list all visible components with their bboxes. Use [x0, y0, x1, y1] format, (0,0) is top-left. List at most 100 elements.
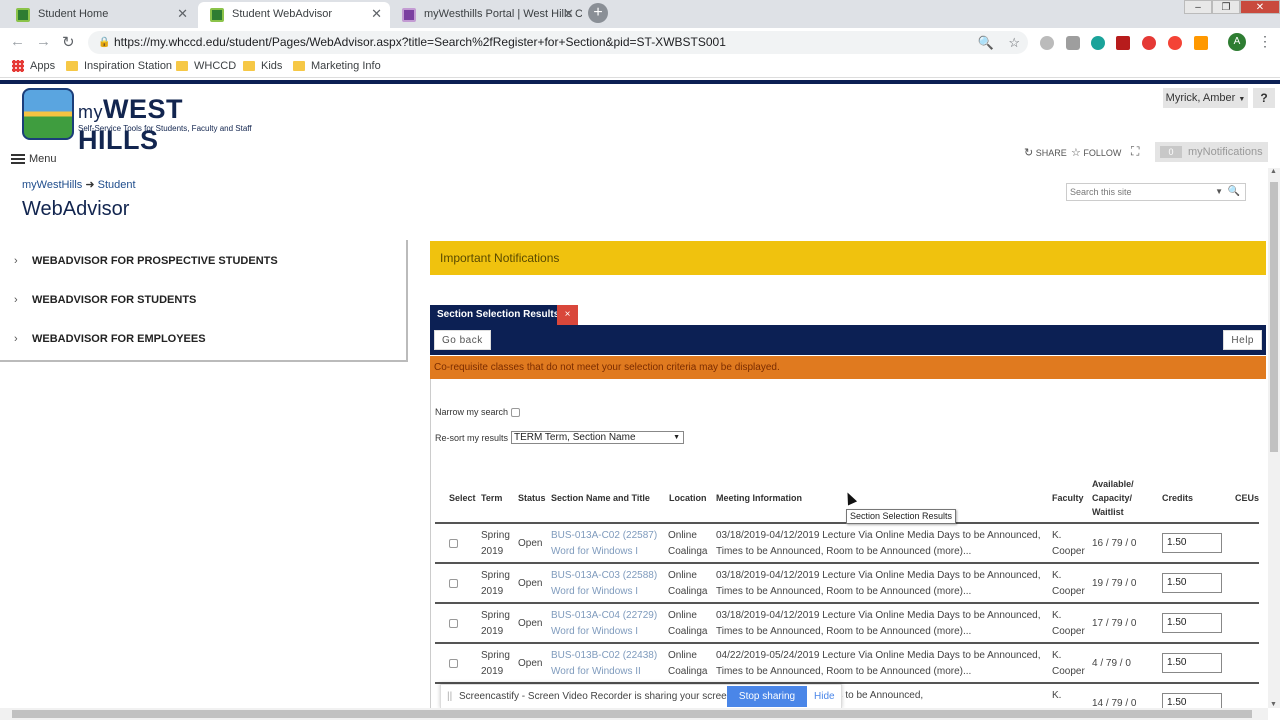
cell-avail: 4 / 79 / 0 [1092, 658, 1131, 669]
select-checkbox[interactable] [449, 579, 458, 588]
my-notifications[interactable]: 0 myNotifications [1155, 142, 1268, 162]
user-name: Myrick, Amber [1165, 92, 1236, 104]
cell-meet2: Times to be Announced, Room to be Announ… [716, 666, 972, 677]
scrollbar-thumb[interactable] [12, 710, 1252, 718]
pdf-extension-icon[interactable] [1116, 36, 1130, 50]
folder-icon [293, 61, 305, 71]
sidebar-item-students[interactable]: › WEBADVISOR FOR STUDENTS [14, 294, 196, 306]
important-notifications-banner[interactable]: Important Notifications [430, 241, 1266, 275]
cell-section[interactable]: BUS-013A-C02 (22587) [551, 528, 657, 544]
credits-input[interactable]: 1.50 [1162, 653, 1222, 673]
browser-tab-bar: Student Home ✕ Student WebAdvisor ✕ myWe… [0, 0, 1280, 28]
column-header-section-title: Section Name and Title [551, 493, 650, 503]
new-tab-button[interactable]: + [588, 3, 608, 23]
sidebar-item-employees[interactable]: › WEBADVISOR FOR EMPLOYEES [14, 333, 206, 345]
select-checkbox[interactable] [449, 539, 458, 548]
bookmark-inspiration-station[interactable]: Inspiration Station [66, 60, 172, 72]
table-row: Spring 2019 Open BUS-013A-C04 (22729) Word f… [435, 602, 1259, 642]
follow-action[interactable]: ☆ FOLLOW [1071, 146, 1121, 159]
bookmark-apps[interactable]: Apps [12, 60, 55, 72]
restore-icon[interactable]: ❐ [1212, 0, 1240, 14]
scroll-down-icon[interactable]: ▼ [1270, 701, 1277, 708]
tab-student-webadvisor[interactable]: Student WebAdvisor ✕ [198, 2, 390, 28]
cell-section[interactable]: BUS-013A-C04 (22729) [551, 608, 657, 624]
cell-section[interactable]: BUS-013B-C02 (22438) [551, 648, 657, 664]
tab-section-selection-results[interactable]: Section Selection Results [430, 305, 567, 325]
extension-icon[interactable] [1040, 36, 1054, 50]
share-label: SHARE [1035, 148, 1067, 158]
star-icon[interactable]: ☆ [1008, 35, 1020, 50]
narrow-search-checkbox[interactable] [510, 408, 520, 418]
bookmark-label: Apps [30, 60, 56, 72]
vertical-scrollbar[interactable]: ▲ ▼ [1268, 168, 1280, 708]
share-action[interactable]: ↻ SHARE [1024, 146, 1067, 159]
extension-icon[interactable] [1091, 36, 1105, 50]
select-checkbox[interactable] [449, 659, 458, 668]
extension-icon[interactable] [1142, 36, 1156, 50]
address-bar[interactable]: 🔒 https://my.whccd.edu/student/Pages/Web… [88, 31, 1028, 54]
close-icon[interactable]: ✕ [563, 2, 574, 26]
extension-icon[interactable] [1168, 36, 1182, 50]
focus-mode-icon[interactable]: ⛶ [1131, 144, 1139, 159]
bookmark-kids[interactable]: Kids [243, 60, 282, 72]
minimize-icon[interactable]: – [1184, 0, 1212, 14]
sidebar-item-prospective-students[interactable]: › WEBADVISOR FOR PROSPECTIVE STUDENTS [14, 255, 278, 267]
scrollbar-thumb[interactable] [1270, 182, 1278, 452]
close-tab-button[interactable]: × [557, 305, 578, 325]
breadcrumb-root-link[interactable]: myWestHills [22, 179, 82, 191]
tab-mywesthills-portal[interactable]: myWesthills Portal | West Hills Co ✕ [390, 2, 582, 28]
credits-input[interactable]: 1.50 [1162, 573, 1222, 593]
tab-student-home[interactable]: Student Home ✕ [4, 2, 196, 28]
menu-label[interactable]: Menu [29, 153, 57, 165]
cell-meet1: 03/18/2019-04/12/2019 Lecture Via Online… [716, 530, 1041, 541]
credits-input[interactable]: 1.50 [1162, 613, 1222, 633]
zoom-icon[interactable]: 🔍 [978, 35, 994, 50]
help-icon[interactable]: ? [1253, 88, 1275, 108]
scroll-up-icon[interactable]: ▲ [1270, 168, 1277, 175]
forward-arrow-icon[interactable]: → [36, 33, 51, 50]
profile-avatar[interactable]: A [1228, 33, 1246, 51]
site-logo[interactable]: myWEST HILLS Self-Service Tools for Stud… [22, 88, 262, 155]
site-search-input[interactable]: Search this site ▼ 🔍 [1066, 183, 1246, 201]
back-arrow-icon[interactable]: ← [10, 33, 25, 50]
user-menu[interactable]: Myrick, Amber ▼ [1163, 88, 1248, 108]
column-header-status: Status [518, 493, 546, 503]
drag-handle-icon[interactable]: || [447, 685, 452, 708]
share-icon: ↻ [1024, 147, 1034, 159]
bookmark-marketing-info[interactable]: Marketing Info [293, 60, 381, 72]
cell-loc2: Coalinga [668, 666, 708, 677]
kebab-menu-icon[interactable]: ⋮ [1258, 33, 1272, 50]
hamburger-menu-icon[interactable] [11, 154, 25, 164]
cell-title[interactable]: Word for Windows I [551, 584, 638, 600]
cell-title[interactable]: Word for Windows II [551, 664, 641, 680]
search-icon[interactable]: 🔍 [1228, 184, 1240, 200]
hide-link[interactable]: Hide [814, 685, 835, 708]
close-icon[interactable]: ✕ [371, 2, 382, 26]
resort-select[interactable]: TERM Term, Section Name ▼ [511, 431, 684, 444]
horizontal-scrollbar[interactable] [0, 708, 1268, 720]
credits-input[interactable]: 1.50 [1162, 533, 1222, 553]
tooltip: Section Selection Results [846, 509, 957, 524]
cell-fac1: K. [1052, 530, 1062, 541]
cell-title[interactable]: Word for Windows I [551, 544, 638, 560]
close-icon[interactable]: ✕ [177, 2, 188, 26]
stop-sharing-button[interactable]: Stop sharing [727, 686, 807, 707]
cell-term2: 2019 [481, 626, 504, 637]
tab-title: myWesthills Portal | West Hills Co [424, 8, 582, 20]
go-back-button[interactable]: Go back [434, 330, 491, 350]
narrow-search-label: Narrow my search [435, 407, 509, 417]
cell-section[interactable]: BUS-013A-C03 (22588) [551, 568, 657, 584]
cell-loc2: Coalinga [668, 546, 708, 557]
help-button[interactable]: Help [1223, 330, 1262, 350]
extension-icon[interactable] [1194, 36, 1208, 50]
west-hills-logo-icon [22, 88, 74, 140]
chevron-down-icon[interactable]: ▼ [1215, 184, 1223, 200]
reload-icon[interactable]: ↻ [62, 33, 75, 51]
close-window-icon[interactable]: ✕ [1240, 0, 1280, 14]
breadcrumb-current-link[interactable]: Student [98, 179, 136, 191]
cell-title[interactable]: Word for Windows I [551, 624, 638, 640]
bookmark-whccd[interactable]: WHCCD [176, 60, 236, 72]
folder-icon [243, 61, 255, 71]
extension-icon[interactable] [1066, 36, 1080, 50]
select-checkbox[interactable] [449, 619, 458, 628]
